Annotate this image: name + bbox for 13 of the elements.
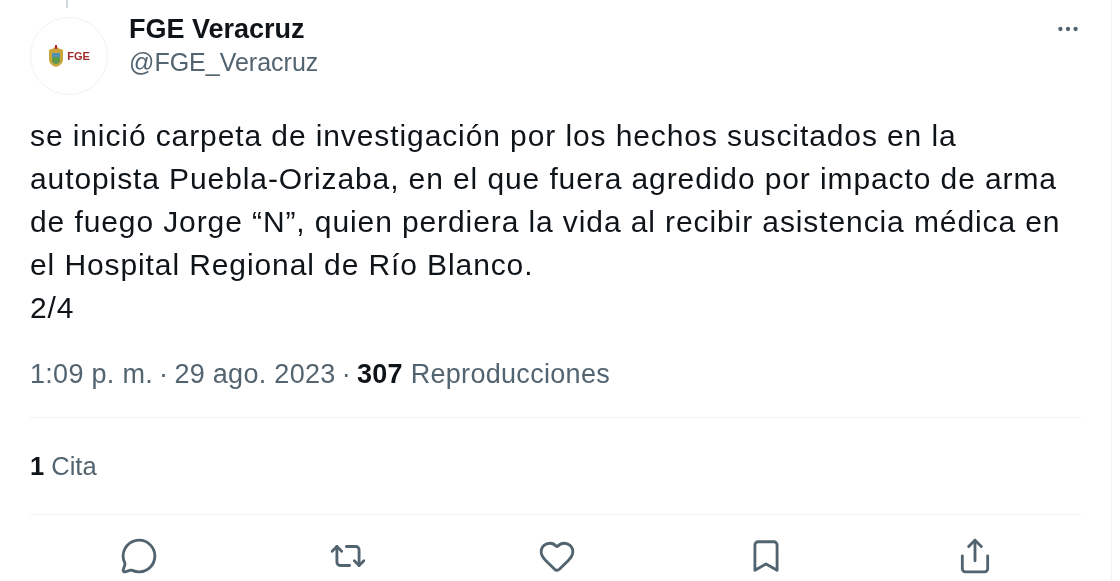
views-count: 307 Reproducciones [356,359,610,390]
quote-count-link[interactable]: 1 Cita [30,451,97,481]
tweet-text: se inició carpeta de investigación por los hechos suscitados en la autopista Puebla-Orizaba, en el que fuera agredido por impacto de arma de fuego Jorge “N”, quien perdiera la vida al recibir asistencia médica en el Hospital Regional de Río Blanco. 2/4 [30,118,1062,326]
tweet-time[interactable]: 1:09 p. m. [30,359,154,390]
logo-text: FGE [67,50,90,62]
reply-icon[interactable] [120,537,158,575]
avatar[interactable]: FGE [30,17,108,95]
author-handle[interactable]: @FGE_Veracruz [129,44,319,80]
tweet-date[interactable]: 29 ago. 2023 [174,359,336,390]
separator: · [341,359,351,390]
shield-icon [48,45,65,67]
author-name[interactable]: FGE Veracruz [129,14,305,44]
separator: · [159,359,169,390]
